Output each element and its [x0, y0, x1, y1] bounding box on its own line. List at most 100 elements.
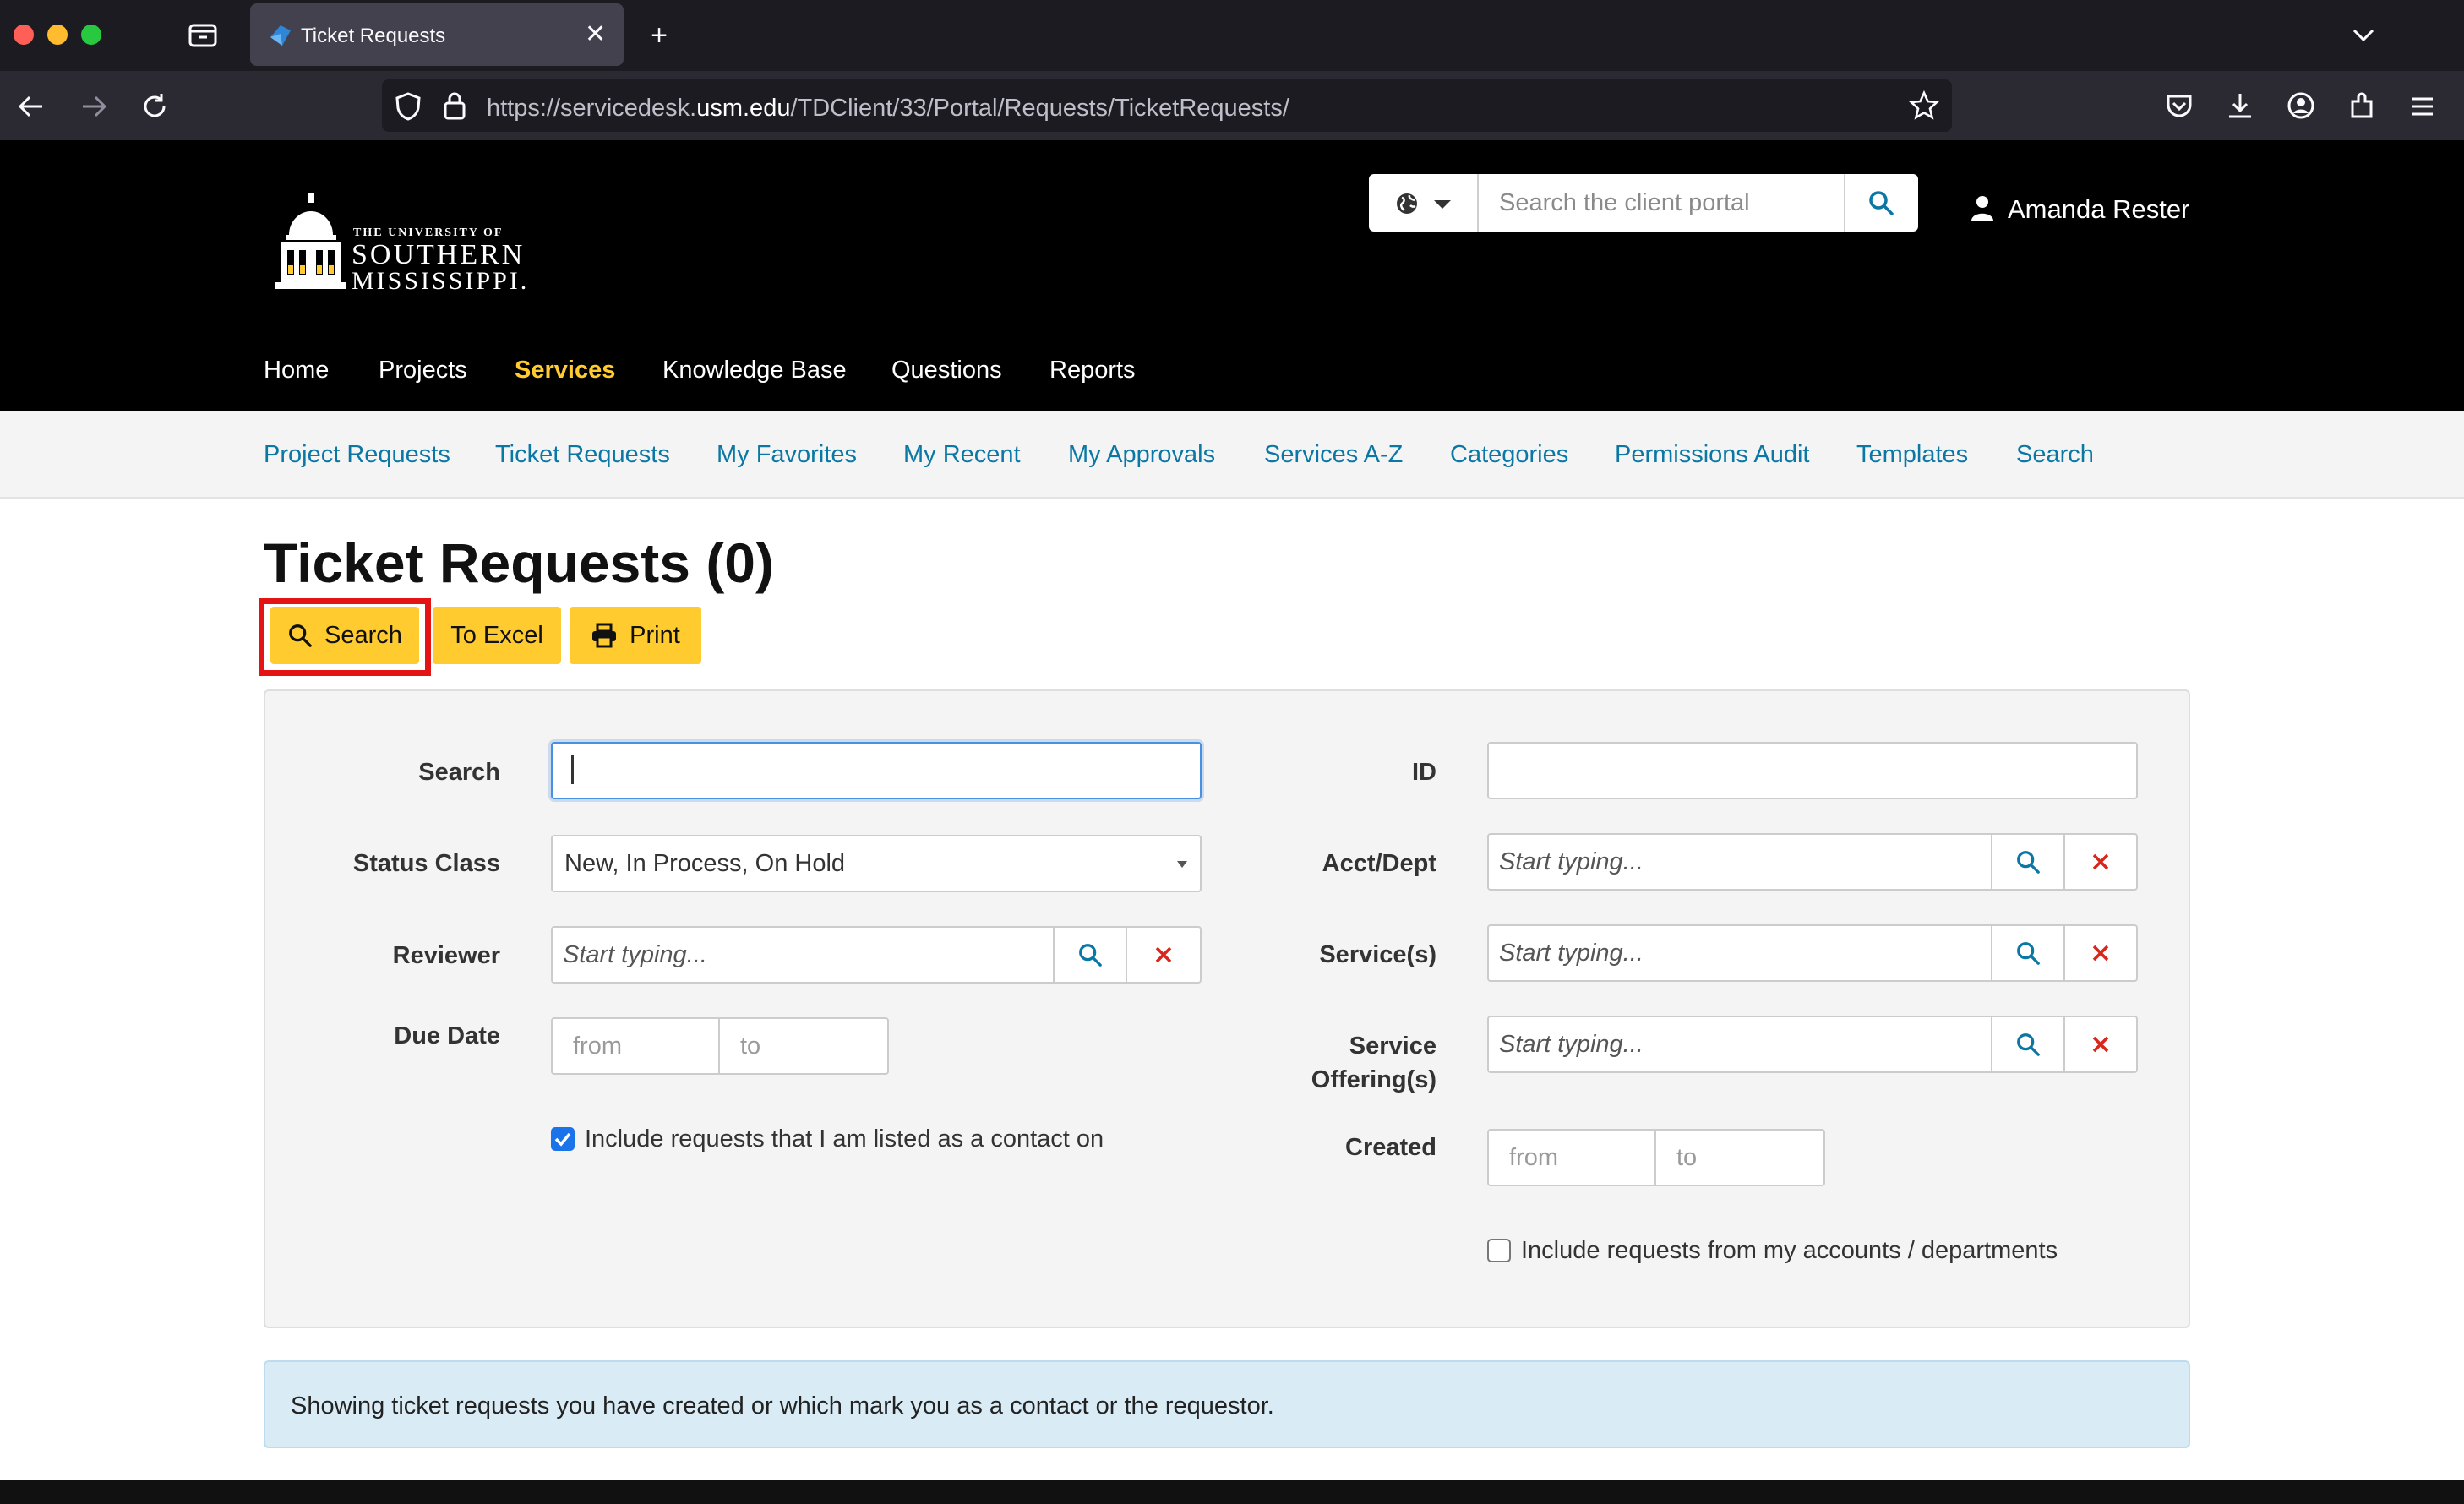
nav-home[interactable]: Home [264, 355, 329, 385]
reload-icon[interactable] [139, 91, 171, 122]
portal-search-button[interactable] [1844, 174, 1918, 232]
page-title: Ticket Requests (0) [264, 531, 774, 594]
subnav-search[interactable]: Search [2016, 439, 2094, 470]
reviewer-clear-button[interactable] [1126, 926, 1202, 984]
search-button-highlight [259, 598, 431, 676]
created-from-input[interactable]: from [1487, 1129, 1656, 1186]
created-to-input[interactable]: to [1654, 1129, 1825, 1186]
search-input[interactable] [551, 742, 1202, 799]
search-icon [2017, 851, 2040, 874]
print-button[interactable]: Print [570, 607, 701, 664]
due-date-to-input[interactable]: to [718, 1017, 889, 1075]
pocket-icon[interactable] [2163, 90, 2195, 122]
due-date-label: Due Date [394, 1022, 500, 1049]
new-tab-icon[interactable]: + [642, 19, 676, 52]
subnav-services-a-z[interactable]: Services A-Z [1264, 439, 1403, 470]
search-icon [2017, 942, 2040, 965]
nav-knowledge-base[interactable]: Knowledge Base [662, 355, 847, 385]
include-accounts-checkbox[interactable] [1487, 1239, 1511, 1262]
logo-text-line1: THE UNIVERSITY OF [353, 226, 504, 239]
service-offering-clear-button[interactable] [2063, 1016, 2138, 1073]
include-accounts-label[interactable]: Include requests from my accounts / depa… [1521, 1235, 2058, 1266]
print-button-label: Print [630, 621, 680, 649]
created-from-placeholder: from [1509, 1144, 1558, 1171]
logo-text-line3: MISSISSIPPI. [352, 267, 530, 295]
shield-icon[interactable] [394, 91, 422, 122]
checkmark-icon [554, 1132, 571, 1147]
services-placeholder: Start typing... [1499, 940, 1644, 967]
reviewer-lookup-button[interactable] [1053, 926, 1127, 984]
user-name-link[interactable]: Amanda Rester [2008, 194, 2189, 225]
tab-list-chevron-icon[interactable] [2349, 22, 2378, 47]
due-date-from-input[interactable]: from [551, 1017, 720, 1075]
to-excel-button[interactable]: To Excel [433, 607, 561, 664]
info-message: Showing ticket requests you have created… [291, 1392, 1274, 1420]
tab-overview-icon[interactable] [188, 20, 218, 49]
clear-x-icon [2092, 1036, 2109, 1053]
acct-dept-lookup-button[interactable] [1991, 833, 2065, 891]
nav-services[interactable]: Services [515, 355, 615, 385]
subnav-ticket-requests[interactable]: Ticket Requests [495, 439, 670, 470]
subnav-permissions-audit[interactable]: Permissions Audit [1615, 439, 1810, 470]
acct-dept-clear-button[interactable] [2063, 833, 2138, 891]
user-icon[interactable] [1969, 194, 1996, 221]
lock-icon[interactable] [441, 90, 468, 122]
extensions-icon[interactable] [2346, 90, 2378, 122]
text-cursor [571, 755, 574, 784]
due-date-from-placeholder: from [573, 1033, 622, 1060]
to-excel-button-label: To Excel [450, 621, 543, 649]
reviewer-placeholder: Start typing... [563, 941, 707, 968]
portal-search-input[interactable] [1480, 176, 1844, 230]
status-class-label: Status Class [352, 850, 500, 877]
service-offering-label-line1: Service [1349, 1033, 1436, 1060]
account-icon[interactable] [2285, 90, 2317, 122]
id-input[interactable] [1487, 742, 2138, 799]
id-label: ID [1412, 759, 1436, 786]
menu-icon[interactable] [2407, 91, 2439, 122]
search-label: Search [418, 759, 500, 786]
back-arrow-icon[interactable] [15, 91, 47, 122]
subnav-my-approvals[interactable]: My Approvals [1068, 439, 1215, 470]
service-offering-lookup-button[interactable] [1991, 1016, 2065, 1073]
language-dropdown-button[interactable] [1369, 174, 1479, 232]
service-offering-input[interactable]: Start typing... [1487, 1016, 1992, 1073]
bookmark-star-icon[interactable] [1908, 90, 1940, 122]
subnav-project-requests[interactable]: Project Requests [264, 439, 450, 470]
printer-icon [592, 623, 617, 648]
subnav-my-favorites[interactable]: My Favorites [717, 439, 857, 470]
subnav-categories[interactable]: Categories [1450, 439, 1568, 470]
reviewer-label: Reviewer [392, 942, 500, 969]
tab-close-icon[interactable]: ✕ [585, 20, 606, 49]
nav-questions[interactable]: Questions [891, 355, 1002, 385]
downloads-icon[interactable] [2224, 90, 2256, 122]
tab-favicon-icon [267, 22, 294, 49]
include-contact-label[interactable]: Include requests that I am listed as a c… [585, 1124, 1104, 1154]
close-window-button[interactable] [14, 25, 34, 45]
services-clear-button[interactable] [2063, 924, 2138, 982]
forward-arrow-icon[interactable] [78, 91, 110, 122]
subnav-my-recent[interactable]: My Recent [903, 439, 1021, 470]
services-lookup-button[interactable] [1991, 924, 2065, 982]
nav-reports[interactable]: Reports [1049, 355, 1136, 385]
minimize-window-button[interactable] [47, 25, 68, 45]
zoom-window-button[interactable] [81, 25, 101, 45]
services-input[interactable]: Start typing... [1487, 924, 1992, 982]
reviewer-input[interactable]: Start typing... [551, 926, 1055, 984]
service-offering-label-line2: Offering(s) [1311, 1066, 1436, 1093]
nav-projects[interactable]: Projects [379, 355, 467, 385]
status-class-select[interactable]: New, In Process, On Hold [551, 835, 1202, 892]
url-text[interactable]: https://servicedesk.usm.edu/TDClient/33/… [487, 94, 1289, 123]
tab-title: Ticket Requests [301, 25, 446, 47]
logo-text-line2: SOUTHERN [352, 239, 526, 270]
created-to-placeholder: to [1676, 1144, 1698, 1171]
subnav-templates[interactable]: Templates [1856, 439, 1968, 470]
clear-x-icon [1155, 946, 1172, 963]
search-icon [1079, 944, 1102, 967]
acct-dept-label: Acct/Dept [1322, 850, 1436, 877]
globe-icon [1397, 193, 1417, 214]
due-date-to-placeholder: to [740, 1033, 761, 1060]
services-label: Service(s) [1319, 941, 1436, 968]
search-icon [1869, 191, 1894, 215]
include-contact-checkbox[interactable] [551, 1127, 575, 1151]
acct-dept-input[interactable]: Start typing... [1487, 833, 1992, 891]
